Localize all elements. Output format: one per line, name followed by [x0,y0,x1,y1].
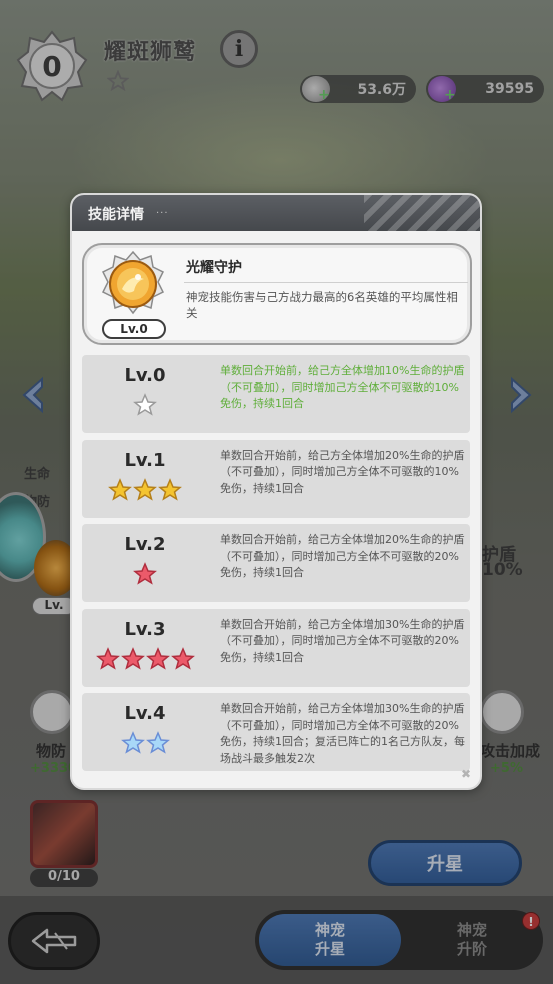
star-icon [170,646,195,670]
star-icon [133,477,157,501]
scroll-end-icon: ✖ [461,767,472,781]
skill-level-row: Lv.0 单数回合开始前，给己方全体增加10%生命的护盾（不可叠加），同时增加己方… [82,355,470,433]
skill-level-name: Lv.3 [124,618,166,640]
skill-level-stars [82,477,208,504]
star-icon [145,646,170,670]
star-icon [133,393,157,416]
skill-description: 神宠技能伤害与己方战力最高的6名英雄的平均属性相关 [186,290,458,320]
skill-level-stars [82,562,208,588]
modal-title-decoration: ... [156,205,169,216]
skill-level-name: Lv.0 [124,365,166,386]
star-icon [145,731,170,754]
modal-title: 技能详情 [88,207,144,223]
skill-level-pill: Lv.0 [102,319,166,339]
skill-level-stars [82,731,208,757]
star-icon [158,477,182,501]
skill-divider [184,282,468,283]
star-icon [120,646,145,670]
skill-level-description: 单数回合开始前，给己方全体增加30%生命的护盾（不可叠加），同时增加己方全体不可… [220,617,465,664]
skill-level-description: 单数回合开始前，给己方全体增加20%生命的护盾（不可叠加），同时增加己方全体不可… [220,533,465,579]
star-icon [95,646,120,670]
skill-level-row: Lv.1 单数回合开始前，给己方全体增加20%生命的护盾（不可叠加），同时增加己方… [82,439,470,518]
skill-sun-icon [101,250,165,315]
skill-icon-frame [100,250,166,317]
skill-detail-modal: 技能详情 ... Lv.0 光耀守护 神宠技能伤害与己方战力最高的6名英雄的平均… [70,193,482,790]
skill-name: 光耀守护 [186,260,242,276]
modal-header: 技能详情 ... [72,195,480,231]
star-icon [133,562,157,585]
skill-level-description: 单数回合开始前，给己方全体增加10%生命的护盾（不可叠加），同时增加己方全体不可… [220,364,465,410]
star-icon [108,477,132,501]
skill-level-stars [82,393,208,419]
skill-level-stars [82,646,208,673]
skill-level-row: Lv.4 单数回合开始前，给己方全体增加30%生命的护盾（不可叠加），同时增加己方… [82,693,470,771]
skill-level-description: 单数回合开始前，给己方全体增加30%生命的护盾（不可叠加），同时增加己方全体不可… [220,702,465,765]
skill-level-name: Lv.1 [124,449,166,471]
skill-level-name: Lv.4 [124,703,166,724]
skill-level-name: Lv.2 [124,534,166,555]
skill-level-row: Lv.2 单数回合开始前，给己方全体增加20%生命的护盾（不可叠加），同时增加己方… [82,524,470,602]
header-stripes [364,195,480,231]
skill-level-description: 单数回合开始前，给己方全体增加20%生命的护盾（不可叠加），同时增加己方全体不可… [220,448,465,495]
star-icon [120,731,145,754]
skill-card: Lv.0 光耀守护 神宠技能伤害与己方战力最高的6名英雄的平均属性相关 [82,243,472,345]
skill-level-row: Lv.3 单数回合开始前，给己方全体增加30%生命的护盾（不可叠加），同时增加己方… [82,608,470,687]
